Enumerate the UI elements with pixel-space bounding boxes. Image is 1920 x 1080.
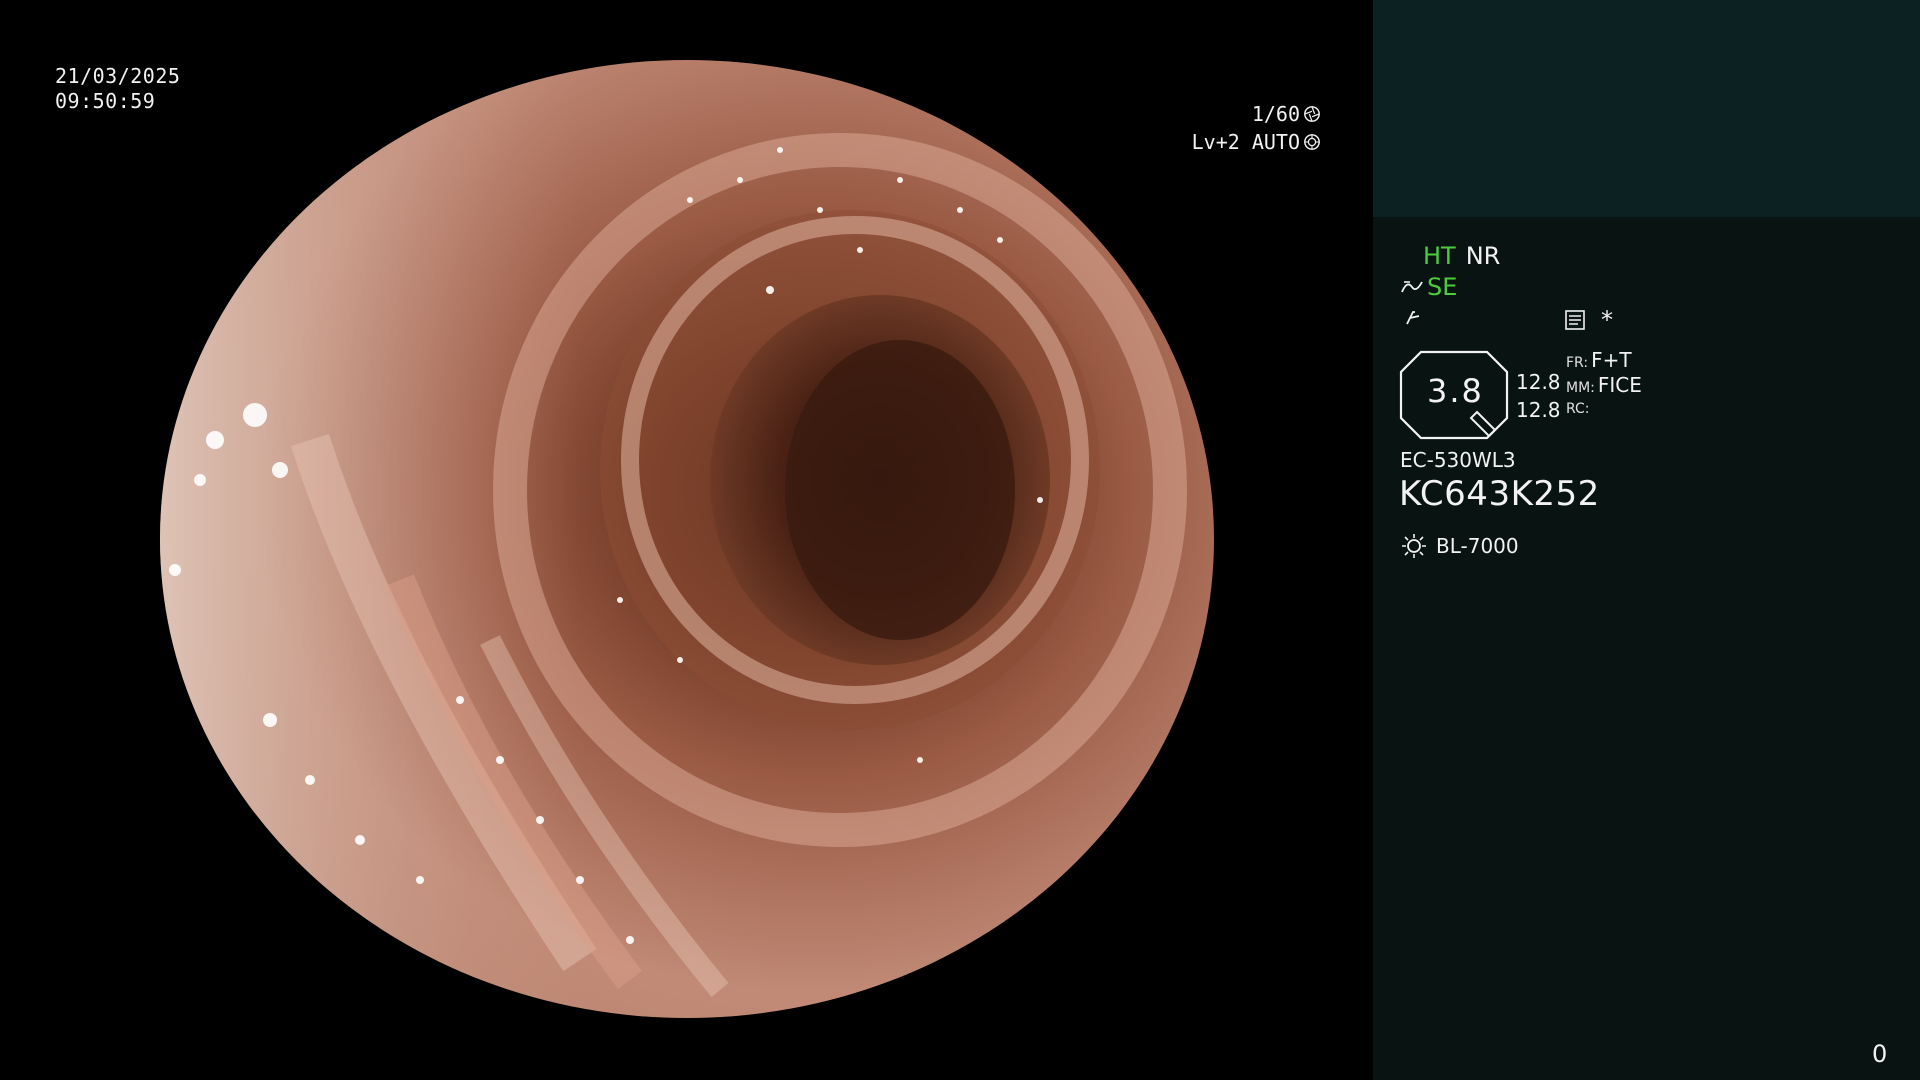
mode-nr: NR [1465, 242, 1501, 270]
mm-value: FICE [1597, 373, 1642, 397]
scope-model: EC-530WL3 [1400, 448, 1516, 472]
scope-serial: KC643K252 [1399, 474, 1600, 514]
mm-row: MM: FICE [1566, 373, 1642, 397]
auto-iris-icon [1304, 134, 1320, 150]
enhance-curve-icon [1401, 281, 1423, 293]
memo-icon [1565, 310, 1585, 330]
mode-se: SE [1427, 273, 1458, 301]
mm-label: MM: [1566, 380, 1595, 396]
image-counter: 0 [1872, 1040, 1888, 1068]
aperture-icon [1304, 106, 1320, 122]
panel-header-box [1373, 0, 1920, 217]
value-2: 12.8 [1516, 398, 1561, 422]
mode-ht: HT [1423, 242, 1456, 270]
fr-label: FR: [1566, 355, 1589, 371]
fr-value: F+T [1591, 348, 1632, 372]
zoom-value: 3.8 [1427, 372, 1484, 410]
video-area: 21/03/2025 09:50:59 1/60 Lv+2 AUTO [0, 0, 1373, 1080]
freeze-icon [1406, 311, 1420, 325]
endoscope-image [160, 60, 1214, 1018]
light-source-row: BL-7000 [1400, 532, 1519, 560]
endoscope-view [160, 60, 1214, 1018]
light-source-model: BL-7000 [1436, 534, 1519, 558]
mode-row-1: HT NR [1423, 242, 1500, 270]
info-panel: HT NR SE * 3.8 12.8 12.8 FR: F+T MM: FIC… [1373, 0, 1920, 1080]
rc-label: RC: [1566, 401, 1590, 417]
shutter-speed-text: 1/60 [1251, 102, 1300, 126]
asterisk-mark: * [1601, 306, 1613, 334]
mode-row-2: SE [1401, 273, 1457, 301]
rc-row: RC: [1566, 401, 1593, 417]
light-source-icon [1402, 534, 1426, 558]
fr-row: FR: F+T [1566, 348, 1632, 372]
value-1: 12.8 [1516, 370, 1561, 394]
